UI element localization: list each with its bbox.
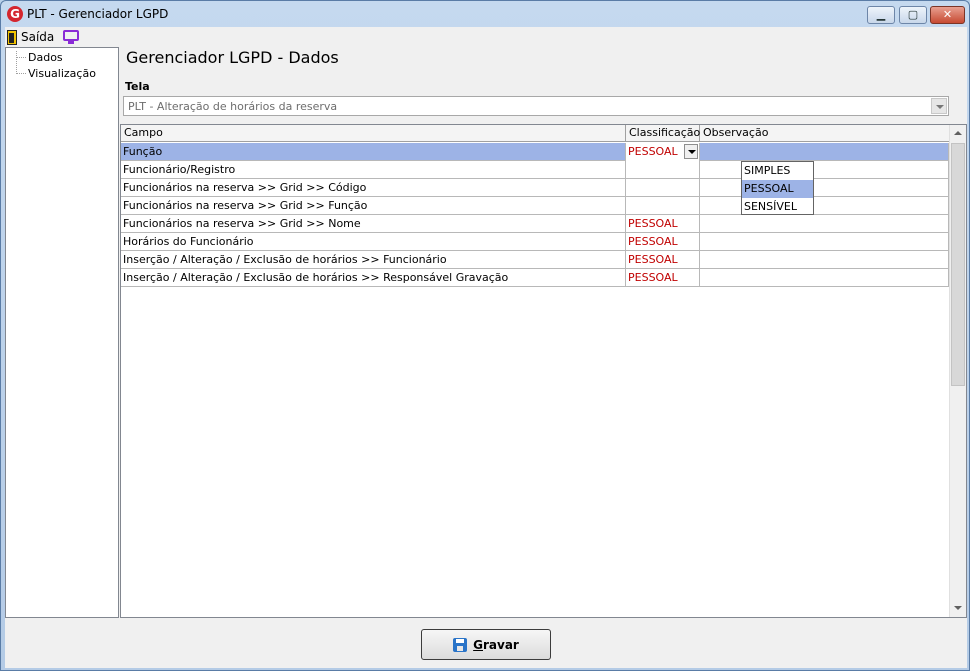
menu-bar: Saída bbox=[5, 27, 967, 47]
dropdown-option-sensivel[interactable]: SENSÍVEL bbox=[742, 198, 813, 216]
cell-observacao[interactable] bbox=[700, 143, 949, 161]
cell-observacao[interactable] bbox=[700, 197, 949, 215]
scroll-up-icon[interactable] bbox=[950, 125, 966, 142]
tree-connector bbox=[16, 73, 26, 74]
classification-dropdown-list: SIMPLES PESSOAL SENSÍVEL bbox=[741, 161, 814, 215]
cell-observacao[interactable] bbox=[700, 251, 949, 269]
cell-observacao[interactable] bbox=[700, 161, 949, 179]
cell-observacao[interactable] bbox=[700, 179, 949, 197]
cell-campo[interactable]: Inserção / Alteração / Exclusão de horár… bbox=[121, 251, 626, 269]
exit-label: Saída bbox=[21, 30, 55, 44]
table-row[interactable]: Inserção / Alteração / Exclusão de horár… bbox=[121, 251, 949, 269]
dropdown-option-simples[interactable]: SIMPLES bbox=[742, 162, 813, 180]
tela-select[interactable]: PLT - Alteração de horários da reserva bbox=[123, 96, 949, 116]
chevron-down-icon[interactable] bbox=[931, 98, 947, 114]
client-area: Saída Dados Visualização Gerenciador LGP… bbox=[5, 27, 967, 668]
page-title: Gerenciador LGPD - Dados bbox=[126, 48, 339, 67]
window-title: PLT - Gerenciador LGPD bbox=[27, 7, 169, 21]
column-header-classificacao[interactable]: Classificação bbox=[626, 125, 700, 142]
monitor-icon[interactable] bbox=[63, 30, 79, 44]
chevron-down-icon[interactable] bbox=[684, 144, 698, 159]
table-row[interactable]: Funcionários na reserva >> Grid >> Nome … bbox=[121, 215, 949, 233]
cell-observacao[interactable] bbox=[700, 269, 949, 287]
navigation-tree: Dados Visualização bbox=[5, 47, 119, 618]
grid-header: Campo Classificação Observação bbox=[121, 125, 949, 142]
cell-campo[interactable]: Funcionários na reserva >> Grid >> Nome bbox=[121, 215, 626, 233]
floppy-disk-icon bbox=[453, 637, 468, 652]
cell-classificacao[interactable] bbox=[626, 179, 700, 197]
cell-classificacao[interactable]: PESSOAL bbox=[626, 251, 700, 269]
minimize-button[interactable]: ▁ bbox=[867, 6, 895, 24]
table-row[interactable]: Horários do Funcionário PESSOAL bbox=[121, 233, 949, 251]
cell-campo[interactable]: Funcionários na reserva >> Grid >> Códig… bbox=[121, 179, 626, 197]
cell-campo[interactable]: Inserção / Alteração / Exclusão de horár… bbox=[121, 269, 626, 287]
save-button-label: Gravar bbox=[473, 637, 519, 652]
tree-connector bbox=[16, 57, 26, 58]
cell-classificacao[interactable] bbox=[626, 197, 700, 215]
cell-classificacao[interactable]: PESSOAL bbox=[626, 269, 700, 287]
door-icon bbox=[7, 29, 17, 45]
scrollbar-thumb[interactable] bbox=[951, 143, 965, 386]
maximize-button[interactable]: ▢ bbox=[899, 6, 927, 24]
tree-item-dados[interactable]: Dados bbox=[28, 51, 63, 64]
column-header-observacao[interactable]: Observação bbox=[700, 125, 949, 142]
save-button[interactable]: Gravar bbox=[421, 629, 551, 660]
vertical-scrollbar[interactable] bbox=[949, 125, 966, 617]
tela-select-value: PLT - Alteração de horários da reserva bbox=[128, 100, 338, 113]
table-row[interactable]: Função PESSOAL bbox=[121, 143, 949, 161]
cell-observacao[interactable] bbox=[700, 233, 949, 251]
exit-menu-item[interactable]: Saída bbox=[7, 28, 54, 46]
tree-connector bbox=[16, 51, 17, 72]
scroll-down-icon[interactable] bbox=[950, 600, 966, 617]
tela-label: Tela bbox=[125, 80, 150, 93]
cell-campo[interactable]: Função bbox=[121, 143, 626, 161]
app-window: G PLT - Gerenciador LGPD ▁ ▢ ✕ Saída Dad… bbox=[0, 0, 970, 671]
data-grid[interactable]: Campo Classificação Observação Função PE… bbox=[120, 124, 967, 618]
cell-classificacao[interactable] bbox=[626, 161, 700, 179]
cell-classificacao: PESSOAL bbox=[628, 145, 678, 158]
dropdown-option-pessoal[interactable]: PESSOAL bbox=[742, 180, 813, 198]
classification-combo[interactable]: PESSOAL bbox=[626, 143, 700, 161]
table-row[interactable]: Funcionários na reserva >> Grid >> Funçã… bbox=[121, 197, 949, 215]
close-button[interactable]: ✕ bbox=[930, 6, 965, 24]
table-row[interactable]: Funcionários na reserva >> Grid >> Códig… bbox=[121, 179, 949, 197]
cell-classificacao[interactable]: PESSOAL bbox=[626, 233, 700, 251]
cell-campo[interactable]: Funcionário/Registro bbox=[121, 161, 626, 179]
title-bar[interactable]: G PLT - Gerenciador LGPD ▁ ▢ ✕ bbox=[1, 1, 969, 27]
cell-campo[interactable]: Funcionários na reserva >> Grid >> Funçã… bbox=[121, 197, 626, 215]
tree-item-visualizacao[interactable]: Visualização bbox=[28, 67, 96, 80]
table-row[interactable]: Inserção / Alteração / Exclusão de horár… bbox=[121, 269, 949, 287]
table-row[interactable]: Funcionário/Registro bbox=[121, 161, 949, 179]
cell-campo[interactable]: Horários do Funcionário bbox=[121, 233, 626, 251]
app-logo-icon: G bbox=[7, 6, 23, 22]
cell-observacao[interactable] bbox=[700, 215, 949, 233]
cell-classificacao[interactable]: PESSOAL bbox=[626, 215, 700, 233]
column-header-campo[interactable]: Campo bbox=[121, 125, 626, 142]
